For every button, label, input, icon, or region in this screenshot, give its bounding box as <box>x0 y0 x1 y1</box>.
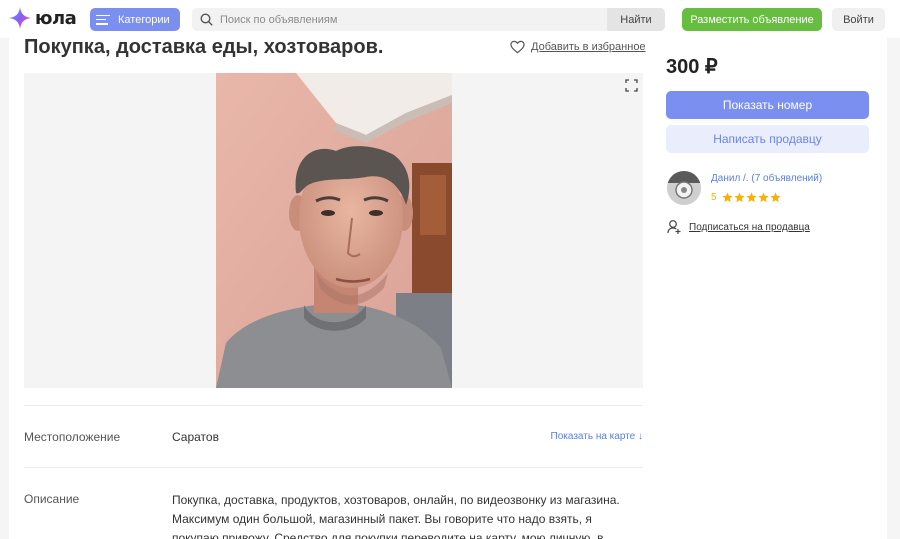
listing-title: Покупка, доставка еды, хозтоваров. <box>24 36 384 58</box>
person-add-icon <box>667 220 681 234</box>
photo-gallery <box>24 73 643 388</box>
description-text: Покупка, доставка, продуктов, хозтоваров… <box>172 493 620 539</box>
add-to-favorites-link[interactable]: Добавить в избранное <box>510 40 646 54</box>
details-divider <box>24 467 643 468</box>
left-margin <box>0 38 9 539</box>
description-label: Описание <box>24 492 80 506</box>
search-button[interactable]: Найти <box>607 8 665 31</box>
show-phone-button[interactable]: Показать номер <box>666 91 869 119</box>
categories-button[interactable]: Категории <box>90 8 180 31</box>
burger-menu-icon <box>96 14 110 25</box>
subscribe-label: Подписаться на продавца <box>689 221 810 233</box>
fullscreen-expand-icon[interactable] <box>625 79 638 92</box>
price: 300 ₽ <box>666 56 718 78</box>
seller-avatar[interactable] <box>667 171 701 205</box>
location-value: Саратов <box>172 430 219 444</box>
right-margin <box>887 38 900 539</box>
rating-value: 5 <box>711 192 717 203</box>
star-icon <box>758 192 769 203</box>
location-label: Местоположение <box>24 430 121 444</box>
show-on-map-link[interactable]: Показать на карте ↓ <box>551 431 643 442</box>
search-icon <box>200 13 213 26</box>
heart-outline-icon <box>510 40 525 54</box>
search-input[interactable] <box>220 8 600 31</box>
login-button[interactable]: Войти <box>832 8 885 31</box>
search-bar: Найти <box>192 8 665 31</box>
logo[interactable]: юла <box>8 4 77 32</box>
top-header: юла Категории Найти Разместить объявлени… <box>0 0 900 38</box>
post-ad-button[interactable]: Разместить объявление <box>682 8 822 31</box>
write-seller-button[interactable]: Написать продавцу <box>666 125 869 153</box>
details-divider-top <box>24 405 643 406</box>
seller-name-link[interactable]: Данил /. (7 объявлений) <box>711 173 822 184</box>
star-icon <box>770 192 781 203</box>
star-icon <box>746 192 757 203</box>
seller-rating: 5 <box>711 192 782 203</box>
star-icon <box>734 192 745 203</box>
avatar-image <box>667 171 701 205</box>
logo-text: юла <box>35 7 77 29</box>
star-icon <box>722 192 733 203</box>
listing-photo[interactable] <box>216 73 452 388</box>
star-sparkle-logo-icon <box>9 7 31 29</box>
favorite-label: Добавить в избранное <box>531 41 646 53</box>
person-portrait-image <box>216 73 452 388</box>
subscribe-to-seller-link[interactable]: Подписаться на продавца <box>667 219 810 235</box>
categories-label: Категории <box>118 13 170 26</box>
